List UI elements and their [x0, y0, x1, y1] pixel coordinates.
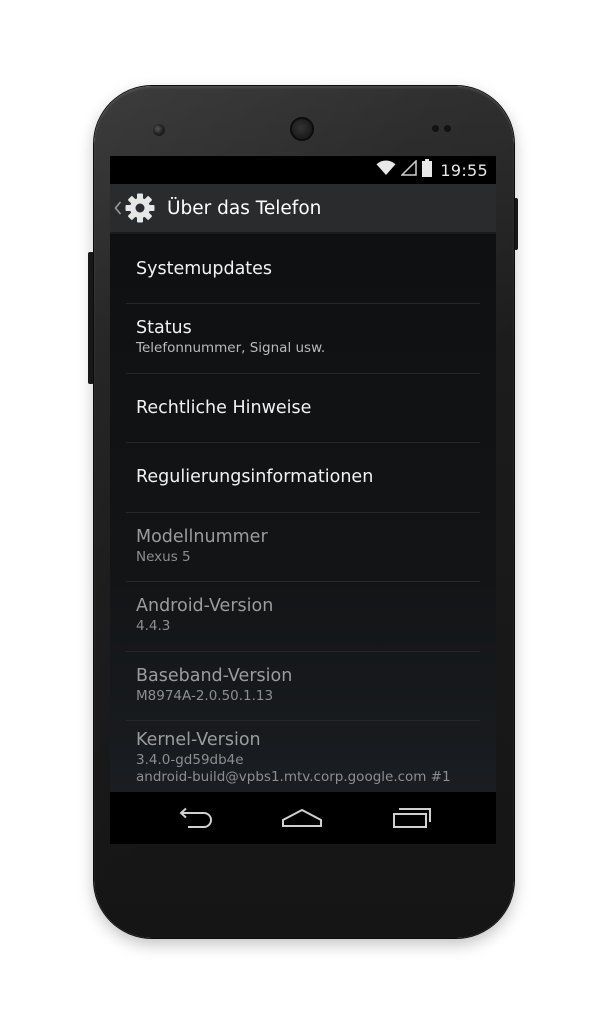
home-icon[interactable]: [272, 802, 332, 834]
screen: 19:55 Über das Telefon Systemupdates Sta…: [110, 156, 496, 844]
pref-title: Rechtliche Hinweise: [136, 398, 312, 418]
chevron-left-icon[interactable]: [114, 200, 122, 216]
pref-kernel-version: Kernel-Version 3.4.0-gd59db4e android-bu…: [126, 721, 480, 792]
pref-android-version[interactable]: Android-Version 4.4.3: [126, 582, 480, 652]
front-camera: [153, 124, 165, 136]
wifi-icon: [376, 160, 396, 180]
status-icons: 19:55: [376, 156, 488, 184]
pref-title: Systemupdates: [136, 259, 273, 279]
back-icon[interactable]: [165, 802, 225, 834]
preference-list: Systemupdates Status Telefonnummer, Sign…: [126, 236, 480, 792]
pref-model-number: Modellnummer Nexus 5: [126, 513, 480, 582]
earpiece-speaker: [290, 117, 314, 141]
signal-icon: [400, 159, 418, 180]
page-title: Über das Telefon: [167, 197, 322, 219]
pref-summary: 3.4.0-gd59db4e: [136, 752, 244, 768]
pref-title: Android-Version: [136, 596, 274, 616]
preference-list-container: Systemupdates Status Telefonnummer, Sign…: [110, 236, 496, 792]
pref-title: Modellnummer: [136, 527, 268, 547]
pref-title: Status: [136, 318, 192, 338]
recents-icon[interactable]: [382, 802, 442, 834]
status-time: 19:55: [440, 160, 488, 180]
action-bar[interactable]: Über das Telefon: [110, 184, 496, 234]
proximity-sensors: [432, 125, 454, 133]
settings-gear-icon[interactable]: [123, 191, 157, 225]
stage: 19:55 Über das Telefon Systemupdates Sta…: [0, 0, 605, 1024]
pref-title: Kernel-Version: [136, 730, 261, 750]
pref-summary: 4.4.3: [136, 618, 171, 634]
pref-status[interactable]: Status Telefonnummer, Signal usw.: [126, 304, 480, 374]
navigation-bar: [110, 792, 496, 844]
pref-summary: Telefonnummer, Signal usw.: [136, 340, 326, 356]
pref-systemupdates[interactable]: Systemupdates: [126, 236, 480, 304]
pref-baseband-version: Baseband-Version M8974A-2.0.50.1.13: [126, 652, 480, 721]
battery-icon: [422, 159, 433, 181]
pref-title: Baseband-Version: [136, 666, 293, 686]
pref-summary-line2: android-build@vpbs1.mtv.corp.google.com …: [136, 769, 451, 785]
status-bar: 19:55: [110, 156, 496, 184]
pref-title: Regulierungsinformationen: [136, 467, 374, 487]
pref-legal-notices[interactable]: Rechtliche Hinweise: [126, 374, 480, 443]
pref-regulatory-info[interactable]: Regulierungsinformationen: [126, 443, 480, 513]
pref-summary: Nexus 5: [136, 549, 191, 565]
pref-summary: M8974A-2.0.50.1.13: [136, 688, 274, 704]
